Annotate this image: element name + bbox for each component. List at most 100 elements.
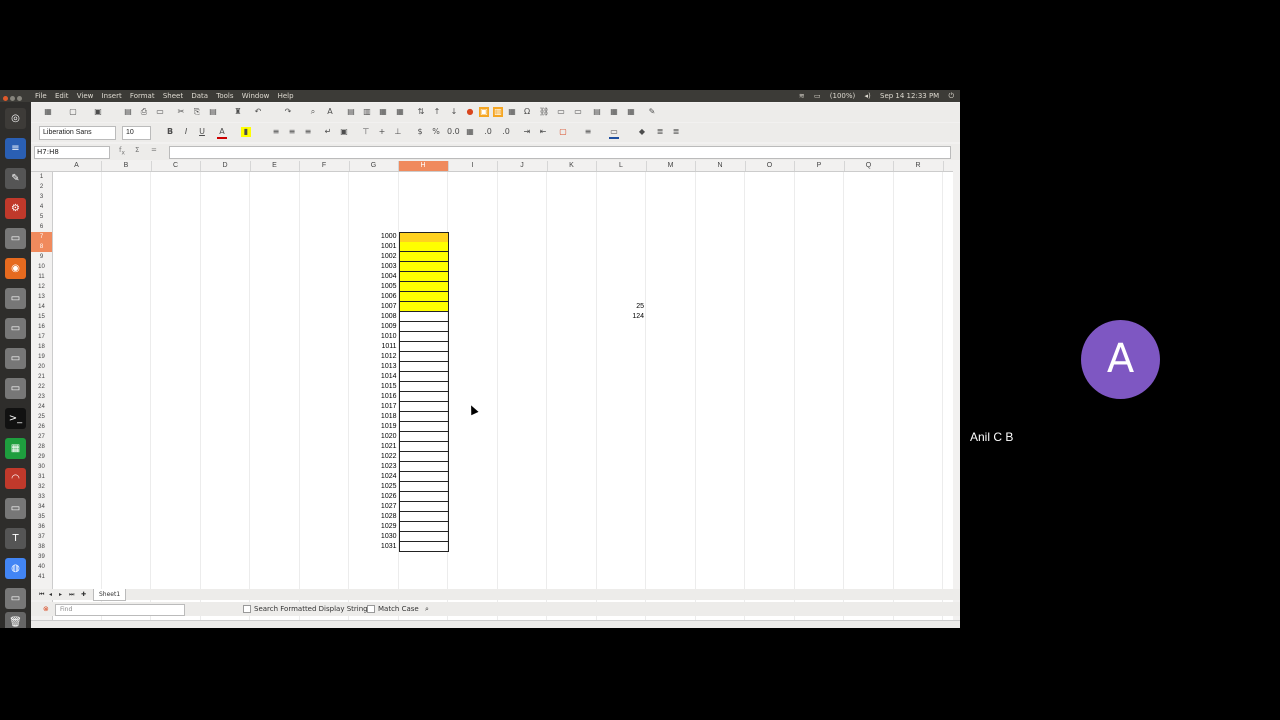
formula-input[interactable]: [169, 146, 951, 159]
column-header-g[interactable]: G: [349, 161, 399, 171]
cell-h[interactable]: [398, 492, 449, 502]
underline-button[interactable]: U: [197, 127, 207, 137]
cell-h[interactable]: [398, 372, 449, 382]
row-header-33[interactable]: 33: [31, 492, 52, 502]
cell-h[interactable]: [398, 292, 449, 302]
pdf-viewer-icon[interactable]: ◠: [5, 468, 26, 489]
align-center-icon[interactable]: ≡: [287, 127, 297, 137]
copy-icon[interactable]: ⎘: [192, 107, 202, 117]
delete-decimal-icon[interactable]: .0: [501, 127, 511, 137]
cell-h[interactable]: [398, 382, 449, 392]
row-header-23[interactable]: 23: [31, 392, 52, 402]
find-replace-icon[interactable]: ⌕: [308, 107, 318, 117]
cell-h[interactable]: [398, 412, 449, 422]
power-icon[interactable]: ⏻: [948, 92, 954, 100]
drive-icon[interactable]: ▭: [5, 588, 26, 609]
cell-h[interactable]: [398, 282, 449, 292]
conditional-format-icon[interactable]: ◆: [637, 127, 647, 137]
cell-h[interactable]: [398, 462, 449, 472]
column-header-b[interactable]: B: [102, 161, 152, 171]
find-input[interactable]: Find: [55, 604, 185, 616]
column-header-e[interactable]: E: [250, 161, 300, 171]
delete-row-icon[interactable]: ▦: [378, 107, 388, 117]
menu-sheet[interactable]: Sheet: [163, 92, 183, 100]
cell-h[interactable]: [398, 512, 449, 522]
row-header-6[interactable]: 6: [31, 222, 52, 232]
cell-g-value[interactable]: 1024: [349, 472, 397, 482]
column-header-n[interactable]: N: [696, 161, 746, 171]
column-header-k[interactable]: K: [547, 161, 597, 171]
row-header-37[interactable]: 37: [31, 532, 52, 542]
cell-h[interactable]: [398, 302, 449, 312]
redo-icon[interactable]: ↷: [283, 107, 293, 117]
draw-functions-icon[interactable]: ✎: [647, 107, 657, 117]
cell-h[interactable]: [398, 272, 449, 282]
maximize-window-button[interactable]: [17, 96, 22, 101]
decrease-indent-icon[interactable]: ⇤: [538, 127, 548, 137]
column-header-j[interactable]: J: [498, 161, 548, 171]
volume-icon[interactable]: ◂): [865, 92, 871, 100]
row-header-32[interactable]: 32: [31, 482, 52, 492]
row-header-39[interactable]: 39: [31, 552, 52, 562]
cut-icon[interactable]: ✂: [176, 107, 186, 117]
currency-format-icon[interactable]: $: [415, 127, 425, 137]
menu-insert[interactable]: Insert: [102, 92, 122, 100]
cell-h[interactable]: [398, 322, 449, 332]
close-find-icon[interactable]: ⊗: [43, 602, 49, 616]
row-header-10[interactable]: 10: [31, 262, 52, 272]
menu-edit[interactable]: Edit: [55, 92, 69, 100]
cell-g-value[interactable]: 1025: [349, 482, 397, 492]
writer-icon[interactable]: ≡: [5, 138, 26, 159]
cell-h[interactable]: [398, 332, 449, 342]
cell-g-value[interactable]: 1016: [349, 392, 397, 402]
cell-g-value[interactable]: 1022: [349, 452, 397, 462]
cell-g-value[interactable]: 1026: [349, 492, 397, 502]
cell-g-value[interactable]: 1019: [349, 422, 397, 432]
clone-formatting-icon[interactable]: ♜: [233, 107, 243, 117]
cell-l-value[interactable]: 124: [597, 312, 644, 322]
cell-h[interactable]: [398, 502, 449, 512]
cell-h[interactable]: [398, 542, 449, 552]
sort-ascending-icon[interactable]: ↑: [432, 107, 442, 117]
split-window-icon[interactable]: ▦: [626, 107, 636, 117]
cell-g-value[interactable]: 1015: [349, 382, 397, 392]
calc-icon[interactable]: ▦: [5, 438, 26, 459]
match-case-checkbox[interactable]: [367, 605, 375, 613]
cell-g-value[interactable]: 1030: [349, 532, 397, 542]
print-preview-icon[interactable]: ▭: [155, 107, 165, 117]
cell-h[interactable]: [398, 532, 449, 542]
row-icon[interactable]: ▤: [346, 107, 356, 117]
terminal-icon[interactable]: >_: [5, 408, 26, 429]
center-vertically-icon[interactable]: +: [377, 127, 387, 137]
row-header-16[interactable]: 16: [31, 322, 52, 332]
column-header-c[interactable]: C: [151, 161, 201, 171]
align-top-icon[interactable]: ⊤: [361, 127, 371, 137]
export-pdf-icon[interactable]: ▤: [123, 107, 133, 117]
cell-g-value[interactable]: 1008: [349, 312, 397, 322]
row-header-40[interactable]: 40: [31, 562, 52, 572]
comment-icon[interactable]: ▭: [556, 107, 566, 117]
cell-h[interactable]: [398, 352, 449, 362]
cell-g-value[interactable]: 1006: [349, 292, 397, 302]
cell-g-value[interactable]: 1000: [349, 232, 397, 242]
cell-g-value[interactable]: 1017: [349, 402, 397, 412]
settings-icon[interactable]: ⚙: [5, 198, 26, 219]
wrap-text-icon[interactable]: ↵: [323, 127, 333, 137]
row-header-15[interactable]: 15: [31, 312, 52, 322]
font-color-icon[interactable]: A: [217, 127, 227, 139]
bold-button[interactable]: B: [165, 127, 175, 137]
column-header-q[interactable]: Q: [844, 161, 894, 171]
wifi-icon[interactable]: ≋: [799, 92, 805, 100]
cell-h[interactable]: [398, 442, 449, 452]
pivot-table-icon[interactable]: ▦: [507, 107, 517, 117]
row-header-36[interactable]: 36: [31, 522, 52, 532]
cell-h[interactable]: [398, 392, 449, 402]
row-header-41[interactable]: 41: [31, 572, 52, 582]
spelling-icon[interactable]: A: [325, 107, 335, 117]
cell-g-value[interactable]: 1007: [349, 302, 397, 312]
cell-h[interactable]: [398, 472, 449, 482]
cell-g-value[interactable]: 1029: [349, 522, 397, 532]
sheet-tab[interactable]: Sheet1: [93, 589, 127, 601]
cell-h[interactable]: [398, 342, 449, 352]
cell-g-value[interactable]: 1004: [349, 272, 397, 282]
